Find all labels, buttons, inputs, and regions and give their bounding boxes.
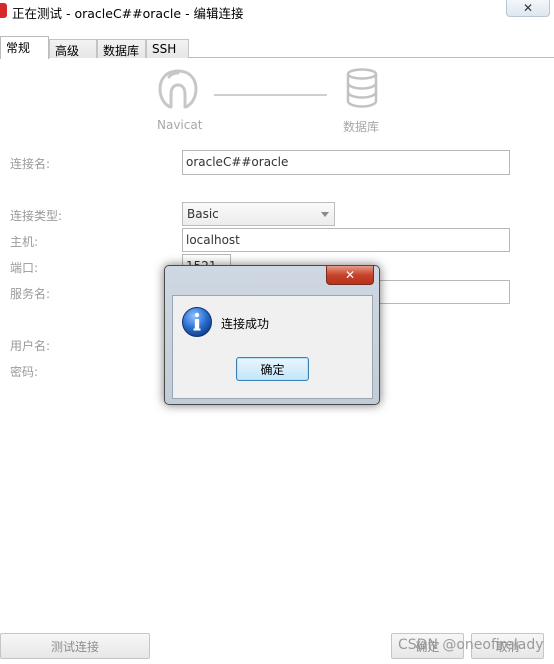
watermark: CSDN @oneofirelady <box>398 637 544 653</box>
username-label: 用户名: <box>10 339 51 353</box>
dialog-body: 连接成功 确定 <box>172 295 373 399</box>
dialog-ok-button[interactable]: 确定 <box>236 357 309 381</box>
navicat-logo-icon <box>158 69 198 109</box>
chevron-down-icon <box>321 212 329 217</box>
tab-general[interactable]: 常规 <box>0 36 49 59</box>
connection-type-select[interactable]: Basic <box>182 202 335 226</box>
tab-ssh[interactable]: SSH <box>146 39 189 58</box>
connection-name-label: 连接名: <box>10 157 51 171</box>
connection-name-input[interactable]: oracleC##oracle <box>182 150 510 175</box>
close-icon: ✕ <box>344 268 356 282</box>
dialog-message: 连接成功 <box>221 317 270 331</box>
window-close-button[interactable]: ✕ <box>506 0 550 17</box>
test-connection-button[interactable]: 测试连接 <box>0 633 150 659</box>
service-name-label: 服务名: <box>10 287 51 301</box>
database-label: 数据库 <box>343 120 380 134</box>
navicat-label: Navicat <box>157 118 203 132</box>
connection-success-dialog: ✕ 连接成功 确定 <box>164 265 380 405</box>
host-label: 主机: <box>10 235 39 249</box>
password-label: 密码: <box>10 365 39 379</box>
database-icon <box>346 68 378 108</box>
app-icon <box>0 3 7 18</box>
connector-line <box>214 94 327 96</box>
close-icon: ✕ <box>522 1 534 15</box>
dialog-close-button[interactable]: ✕ <box>326 266 374 285</box>
port-label: 端口: <box>10 261 39 275</box>
connection-type-label: 连接类型: <box>10 209 63 223</box>
window-title: 正在测试 - oracleC##oracle - 编辑连接 <box>12 6 244 21</box>
info-icon <box>182 307 212 337</box>
connection-type-value: Basic <box>187 207 219 221</box>
host-input[interactable]: localhost <box>182 228 510 252</box>
title-bar: 正在测试 - oracleC##oracle - 编辑连接 ✕ <box>0 0 554 22</box>
tab-advanced[interactable]: 高级 <box>49 39 97 58</box>
tab-database[interactable]: 数据库 <box>97 39 146 58</box>
